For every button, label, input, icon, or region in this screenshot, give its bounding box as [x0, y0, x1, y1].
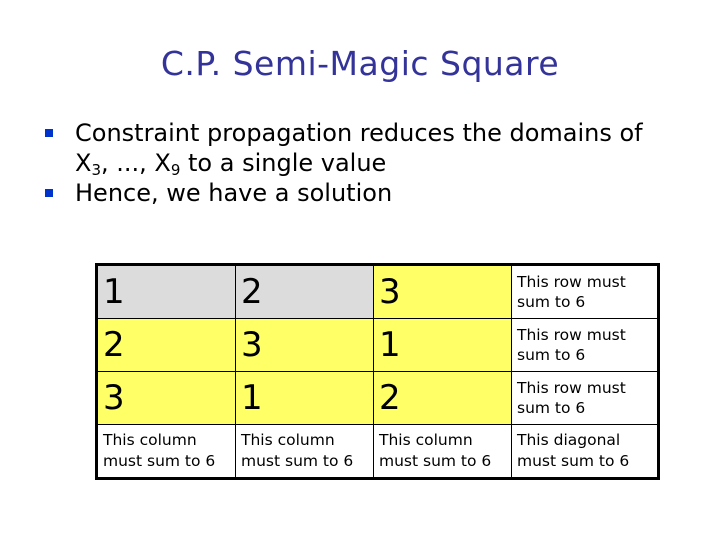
bullet-item: Constraint propagation reduces the domai… [40, 118, 710, 178]
column-constraint-note: This column must sum to 6 [96, 424, 236, 479]
bullet-list: Constraint propagation reduces the domai… [40, 118, 710, 208]
subscript: 3 [91, 161, 101, 179]
subscript: 9 [170, 161, 181, 179]
bullet-line: , ..., X [101, 149, 171, 177]
cell-x4: 2 [96, 318, 236, 372]
column-constraint-note: This column must sum to 6 [235, 424, 374, 479]
table-row: This column must sum to 6 This column must… [96, 424, 659, 479]
column-constraint-note: This column must sum to 6 [373, 424, 512, 479]
cell-x8: 1 [235, 371, 374, 425]
bullet-line: to a single value [180, 149, 387, 177]
cell-x5: 3 [235, 318, 374, 372]
variable-x: X [75, 149, 92, 177]
cell-x1: 1 [96, 264, 236, 319]
square-bullet-icon [45, 189, 53, 197]
slide-title: C.P. Semi-Magic Square [160, 44, 560, 83]
table-row: 1 2 3 This row must sum to 6 [96, 264, 659, 319]
row-constraint-note: This row must sum to 6 [511, 264, 659, 319]
table-row: 3 1 2 This row must sum to 6 [96, 371, 659, 425]
bullet-text: Constraint propagation reduces the domai… [75, 118, 710, 178]
magic-square-table: 1 2 3 This row must sum to 6 2 3 1 This r… [95, 263, 660, 480]
cell-x9: 2 [373, 371, 512, 425]
bullet-line: Constraint propagation reduces the domai… [75, 119, 643, 147]
row-constraint-note: This row must sum to 6 [511, 318, 659, 372]
square-bullet-icon [45, 129, 53, 137]
cell-x3: 3 [373, 264, 512, 319]
row-constraint-note: This row must sum to 6 [511, 371, 659, 425]
table-row: 2 3 1 This row must sum to 6 [96, 318, 659, 372]
diagonal-constraint-note: This diagonal must sum to 6 [511, 424, 659, 479]
cell-x7: 3 [96, 371, 236, 425]
bullet-text: Hence, we have a solution [75, 179, 393, 207]
cell-x2: 2 [235, 264, 374, 319]
cell-x6: 1 [373, 318, 512, 372]
bullet-item: Hence, we have a solution [40, 178, 710, 208]
